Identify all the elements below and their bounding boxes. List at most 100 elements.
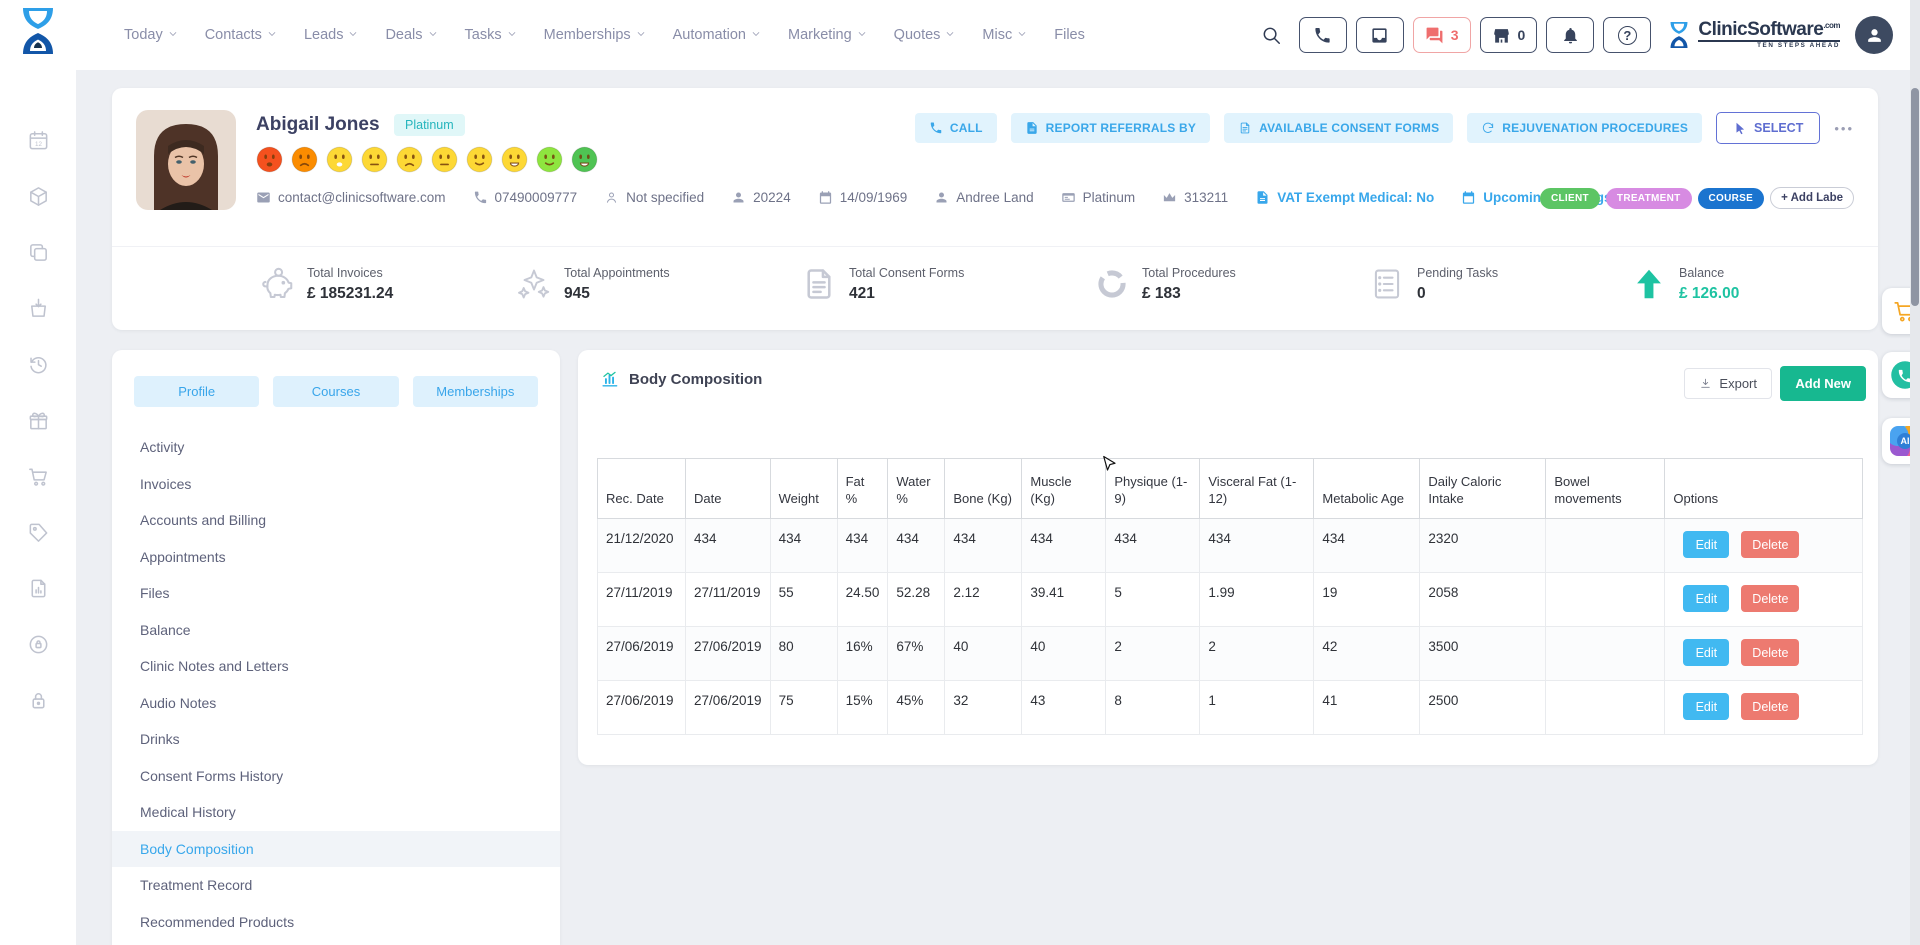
mood-7-icon[interactable] [466, 146, 493, 173]
contact-info-row: contact@clinicsoftware.com07490009777Not… [256, 190, 1611, 205]
sidebar-item-drinks[interactable]: Drinks [112, 721, 560, 758]
table-cell: 27/11/2019 [598, 573, 686, 627]
calendar-date-icon[interactable]: 12 [0, 112, 76, 168]
nav-item-quotes[interactable]: Quotes [894, 27, 956, 43]
table-row: 27/06/201927/06/20198016%67%404022423500… [598, 627, 1863, 681]
client-photo[interactable] [136, 110, 236, 210]
sidebar-item-activity[interactable]: Activity [112, 429, 560, 466]
edit-button[interactable]: Edit [1683, 585, 1729, 612]
shop-button[interactable]: 0 [1480, 17, 1538, 53]
dialer-button[interactable] [1299, 17, 1347, 53]
nav-item-marketing[interactable]: Marketing [788, 27, 867, 43]
mood-5-icon[interactable] [396, 146, 423, 173]
sidebar-item-appointments[interactable]: Appointments [112, 539, 560, 576]
export-button[interactable]: Export [1684, 368, 1772, 399]
page-scrollbar[interactable] [1910, 0, 1920, 945]
chevron-down-icon [267, 27, 277, 43]
nav-item-tasks[interactable]: Tasks [465, 27, 517, 43]
delete-button[interactable]: Delete [1741, 639, 1799, 666]
nav-item-memberships[interactable]: Memberships [544, 27, 646, 43]
cart-icon[interactable] [0, 448, 76, 504]
price-tag-icon[interactable] [0, 504, 76, 560]
mood-9-icon[interactable] [536, 146, 563, 173]
sidebar-item-body-composition[interactable]: Body Composition [112, 831, 560, 868]
rejuvenation-procedures-button[interactable]: REJUVENATION PROCEDURES [1467, 113, 1702, 143]
sidebar-item-balance[interactable]: Balance [112, 612, 560, 649]
sidebar-item-recommended-products[interactable]: Recommended Products [112, 904, 560, 941]
delete-button[interactable]: Delete [1741, 585, 1799, 612]
mood-3-icon[interactable] [326, 146, 353, 173]
label-pill-course[interactable]: COURSE [1698, 188, 1765, 209]
call-button[interactable]: CALL [915, 113, 997, 143]
account-lock-icon[interactable] [0, 616, 76, 672]
search-icon[interactable] [1260, 24, 1282, 46]
edit-button[interactable]: Edit [1683, 693, 1729, 720]
chat-button[interactable]: 3 [1413, 17, 1471, 53]
clinicsoftware-hourglass-logo-icon[interactable] [15, 6, 61, 56]
gift-icon[interactable] [0, 392, 76, 448]
report-icon[interactable] [0, 560, 76, 616]
phone-icon [1313, 26, 1332, 45]
basket-icon[interactable] [0, 280, 76, 336]
stat-value: £ 185231.24 [307, 285, 393, 303]
contact-item-document-8[interactable]: VAT Exempt Medical: No [1255, 190, 1434, 205]
sidebar-item-consent-forms-history[interactable]: Consent Forms History [112, 758, 560, 795]
label-pill-client[interactable]: CLIENT [1540, 188, 1600, 209]
nav-item-files[interactable]: Files [1054, 27, 1085, 43]
nav-item-deals[interactable]: Deals [385, 27, 437, 43]
notifications-button[interactable] [1546, 17, 1594, 53]
select-button[interactable]: SELECT [1716, 112, 1820, 144]
tab-courses[interactable]: Courses [273, 376, 398, 407]
delete-button[interactable]: Delete [1741, 531, 1799, 558]
table-cell [1546, 627, 1665, 681]
tab-profile[interactable]: Profile [134, 376, 259, 407]
col-header-physique-1-9: Physique (1-9) [1106, 459, 1200, 519]
nav-item-misc[interactable]: Misc [982, 27, 1027, 43]
mood-6-icon[interactable] [431, 146, 458, 173]
mood-2-icon[interactable] [291, 146, 318, 173]
nav-item-contacts[interactable]: Contacts [205, 27, 277, 43]
add-new-button[interactable]: Add New [1780, 366, 1866, 401]
lock-icon[interactable] [0, 672, 76, 728]
scrollbar-thumb[interactable] [1911, 88, 1919, 306]
nav-item-today[interactable]: Today [124, 27, 178, 43]
mood-4-icon[interactable] [361, 146, 388, 173]
table-cell: 434 [770, 519, 837, 573]
sidebar-item-treatment-record[interactable]: Treatment Record [112, 867, 560, 904]
user-avatar[interactable] [1855, 16, 1893, 54]
phone-icon [929, 121, 943, 135]
history-icon[interactable] [0, 336, 76, 392]
contact-item-phone-1[interactable]: 07490009777 [473, 190, 578, 205]
delete-button[interactable]: Delete [1741, 693, 1799, 720]
brand-tld: .com [1823, 21, 1840, 30]
sidebar-item-files[interactable]: Files [112, 575, 560, 612]
brand-logo[interactable]: ClinicSoftware.com TEN STEPS AHEAD [1666, 18, 1840, 52]
help-button[interactable]: ? [1603, 17, 1651, 53]
nav-item-label: Leads [304, 27, 344, 43]
sidebar-item-medical-history[interactable]: Medical History [112, 794, 560, 831]
mood-10-icon[interactable] [571, 146, 598, 173]
copy-icon[interactable] [0, 224, 76, 280]
inbox-button[interactable] [1356, 17, 1404, 53]
report-referrals-by-button[interactable]: REPORT REFERRALS BY [1011, 113, 1210, 143]
sidebar-item-audio-notes[interactable]: Audio Notes [112, 685, 560, 722]
add-label-button[interactable]: + Add Labe [1770, 187, 1854, 209]
tier-badge: Platinum [394, 114, 465, 136]
mood-8-icon[interactable] [501, 146, 528, 173]
edit-button[interactable]: Edit [1683, 639, 1729, 666]
table-cell: 8 [1106, 681, 1200, 735]
sidebar-item-accounts-and-billing[interactable]: Accounts and Billing [112, 502, 560, 539]
sidebar-item-invoices[interactable]: Invoices [112, 466, 560, 503]
package-icon[interactable] [0, 168, 76, 224]
available-consent-forms-button[interactable]: AVAILABLE CONSENT FORMS [1224, 113, 1453, 143]
contact-item-envelope-0[interactable]: contact@clinicsoftware.com [256, 190, 446, 205]
tab-memberships[interactable]: Memberships [413, 376, 538, 407]
contact-item-user-5: Andree Land [934, 190, 1033, 205]
more-options-button[interactable]: ••• [1834, 121, 1854, 136]
edit-button[interactable]: Edit [1683, 531, 1729, 558]
sidebar-item-clinic-notes-and-letters[interactable]: Clinic Notes and Letters [112, 648, 560, 685]
label-pill-treatment[interactable]: TREATMENT [1606, 188, 1692, 209]
nav-item-automation[interactable]: Automation [673, 27, 761, 43]
mood-1-icon[interactable] [256, 146, 283, 173]
nav-item-leads[interactable]: Leads [304, 27, 359, 43]
